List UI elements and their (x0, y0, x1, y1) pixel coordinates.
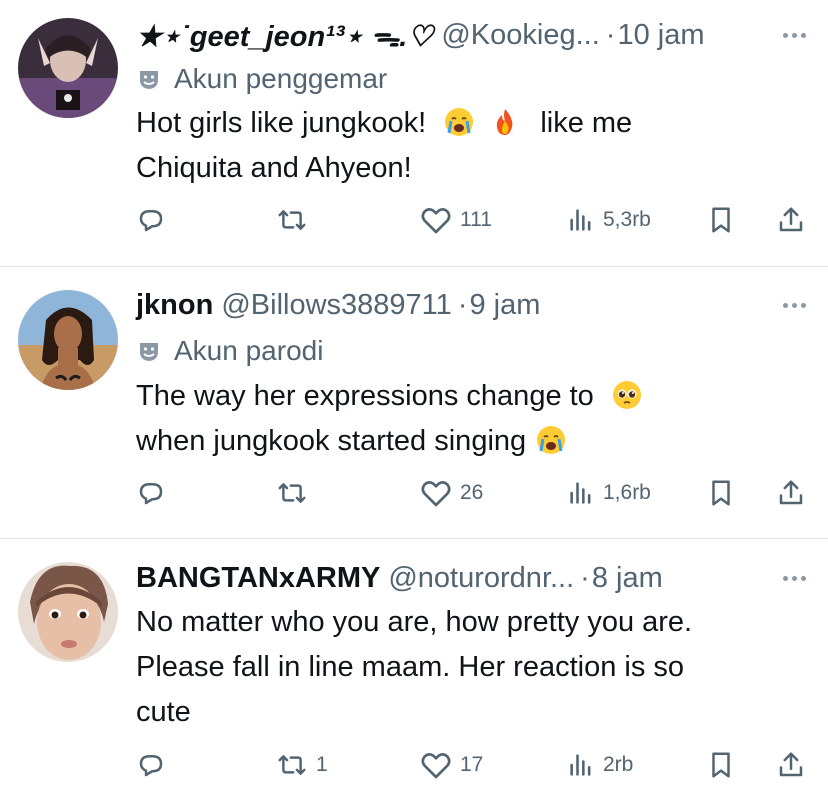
reply-button[interactable] (136, 476, 174, 510)
fire-icon (497, 109, 513, 135)
tweet-text-line: cute (136, 696, 191, 728)
divider (0, 266, 828, 267)
tweet-text: Hot girls like jungkook! like me Chiquit… (136, 101, 816, 191)
bookmark-icon (712, 207, 730, 233)
views-button[interactable]: 5,3rb (567, 203, 651, 237)
bookmark-button[interactable] (707, 476, 735, 510)
tweet-header: ★⋆˙geet_jeon¹³⋆ ᯓ.♡ @Kookieg... · 10 jam (136, 16, 828, 54)
retweet-button[interactable] (276, 476, 316, 510)
views-icon (570, 209, 591, 231)
reply-feed: ★⋆˙geet_jeon¹³⋆ ᯓ.♡ @Kookieg... · 10 jam… (0, 0, 828, 803)
heart-icon (421, 752, 451, 779)
theater-mask-icon (140, 343, 158, 361)
tweet-header: jknon @Billows3889711 · 9 jam (136, 286, 828, 324)
username[interactable]: @noturordnr... (388, 562, 574, 595)
share-icon (779, 207, 803, 232)
tweet-text-line: like me (540, 107, 633, 139)
views-count: 1,6rb (603, 481, 651, 504)
share-button[interactable] (776, 476, 806, 510)
username[interactable]: @Kookieg... (441, 19, 599, 52)
separator: · (457, 288, 468, 321)
more-icon[interactable] (779, 559, 806, 597)
tweet-text: No matter who you are, how pretty you ar… (136, 600, 816, 735)
like-count: 111 (460, 208, 492, 231)
reply-icon (139, 483, 163, 505)
tweet-text: The way her expressions change to when j… (136, 374, 816, 464)
timestamp[interactable]: 9 jam (469, 289, 540, 322)
display-name[interactable]: ★⋆˙geet_jeon¹³⋆ ᯓ.♡ (136, 16, 433, 55)
account-label-text: Akun parodi (174, 335, 324, 366)
heart-icon (421, 480, 451, 507)
tweet-text-line: The way her expressions change to (136, 380, 594, 412)
share-button[interactable] (776, 748, 806, 782)
reply-button[interactable] (136, 748, 174, 782)
views-icon (570, 754, 591, 776)
tweet-text-line: Chiquita and Ahyeon! (136, 152, 412, 184)
retweet-icon (278, 483, 306, 503)
timestamp[interactable]: 8 jam (592, 562, 663, 595)
bookmark-icon (712, 480, 730, 506)
username[interactable]: @Billows3889711 (221, 289, 451, 322)
avatar[interactable] (18, 290, 118, 390)
pleading-face-icon (612, 381, 641, 409)
retweet-count: 1 (316, 753, 328, 776)
display-name[interactable]: BANGTANxARMY (136, 562, 380, 595)
tweet-text-line: Hot girls like jungkook! (136, 107, 427, 139)
avatar[interactable] (18, 562, 118, 662)
separator: · (580, 561, 590, 594)
account-label-text: Akun penggemar (174, 63, 388, 94)
account-label: Akun penggemar (138, 62, 387, 96)
bookmark-icon (712, 752, 730, 778)
views-count: 2rb (603, 753, 634, 776)
crying-face-icon (445, 108, 474, 136)
like-count: 26 (460, 481, 484, 504)
like-button[interactable]: 17 (420, 748, 483, 782)
retweet-icon (278, 755, 306, 775)
action-bar: 26 1,6rb (0, 476, 828, 510)
theater-mask-icon (140, 71, 158, 89)
timestamp[interactable]: 10 jam (617, 19, 704, 52)
share-button[interactable] (776, 203, 806, 237)
heart-icon (421, 207, 451, 234)
like-count: 17 (460, 753, 484, 776)
divider (0, 538, 828, 539)
more-icon[interactable] (779, 286, 806, 324)
tweet-text-line: No matter who you are, how pretty you ar… (136, 606, 693, 638)
retweet-button[interactable] (276, 203, 316, 237)
views-count: 5,3rb (603, 208, 651, 231)
action-bar: 1 17 2rb (0, 748, 828, 782)
separator: · (605, 18, 616, 51)
display-name[interactable]: jknon (136, 289, 213, 322)
crying-face-icon (537, 426, 566, 454)
bookmark-button[interactable] (707, 203, 735, 237)
tweet-text-line: when jungkook started singing (136, 425, 527, 457)
avatar[interactable] (18, 18, 118, 118)
action-bar: 111 5,3rb (0, 203, 828, 237)
retweet-icon (278, 210, 306, 230)
more-icon[interactable] (779, 16, 806, 54)
reply-icon (139, 210, 163, 232)
share-icon (779, 480, 803, 505)
bookmark-button[interactable] (707, 748, 735, 782)
reply-button[interactable] (136, 203, 174, 237)
views-icon (570, 482, 591, 504)
views-button[interactable]: 1,6rb (567, 476, 651, 510)
views-button[interactable]: 2rb (567, 748, 633, 782)
reply-icon (139, 755, 163, 777)
like-button[interactable]: 26 (420, 476, 483, 510)
like-button[interactable]: 111 (420, 203, 492, 237)
share-icon (779, 752, 803, 777)
tweet-header: BANGTANxARMY @noturordnr... · 8 jam (136, 559, 828, 597)
tweet-text-line: Please fall in line maam. Her reaction i… (136, 651, 685, 683)
retweet-button[interactable]: 1 (276, 748, 328, 782)
account-label: Akun parodi (138, 334, 323, 368)
